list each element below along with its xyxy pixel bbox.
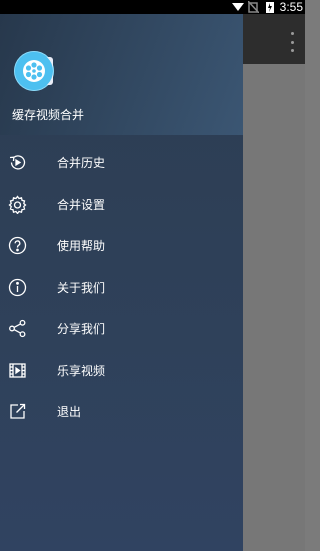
navigation-drawer: 缓存视频合并 合并历史 合并设置 使用帮助 关于我们 分享我们 乐享视频 退出 [0, 14, 243, 551]
drawer-header: 缓存视频合并 [0, 14, 243, 135]
info-icon [8, 278, 27, 297]
battery-charging-icon [264, 1, 276, 13]
menu-item-about[interactable]: 关于我们 [0, 267, 243, 309]
share-icon [8, 319, 27, 338]
menu-item-help[interactable]: 使用帮助 [0, 225, 243, 267]
history-play-icon [8, 153, 27, 172]
menu-label-about: 关于我们 [57, 280, 106, 295]
menu-item-enjoy-video[interactable]: 乐享视频 [0, 350, 243, 392]
menu-label-enjoy-video: 乐享视频 [57, 363, 106, 378]
menu-label-merge-settings: 合并设置 [57, 197, 106, 212]
menu-item-share[interactable]: 分享我们 [0, 308, 243, 350]
menu-label-exit: 退出 [57, 405, 82, 420]
app-name: 缓存视频合并 [12, 108, 85, 122]
menu-label-help: 使用帮助 [57, 239, 106, 254]
no-signal-icon [248, 1, 260, 13]
wifi-icon [231, 1, 244, 13]
menu-label-share: 分享我们 [57, 322, 106, 337]
exit-icon [8, 402, 27, 421]
status-time: 3:55 [279, 0, 303, 14]
menu-item-merge-history[interactable]: 合并历史 [0, 142, 243, 184]
help-icon [8, 236, 27, 255]
status-bar: 3:55 [0, 0, 305, 14]
menu-item-exit[interactable]: 退出 [0, 391, 243, 433]
film-icon [8, 361, 27, 380]
gear-icon [8, 195, 27, 214]
drawer-menu: 合并历史 合并设置 使用帮助 关于我们 分享我们 乐享视频 退出 [0, 142, 243, 433]
menu-label-merge-history: 合并历史 [57, 156, 106, 171]
app-logo-icon [14, 51, 54, 91]
menu-item-merge-settings[interactable]: 合并设置 [0, 184, 243, 226]
overflow-menu-icon[interactable] [287, 32, 297, 52]
